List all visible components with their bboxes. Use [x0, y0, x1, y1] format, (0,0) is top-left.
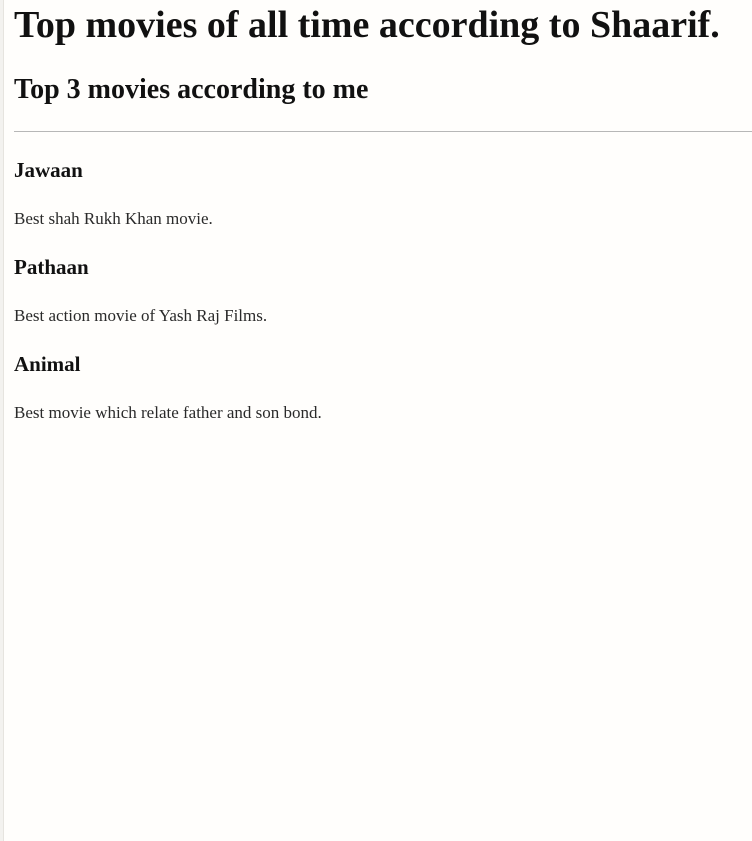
page-subtitle: Top 3 movies according to me: [14, 74, 369, 105]
window-left-border: [0, 0, 4, 841]
movie-title-animal: Animal: [14, 352, 81, 376]
movie-title-pathaan: Pathaan: [14, 255, 89, 279]
horizontal-rule: [14, 131, 752, 132]
movie-description-pathaan: Best action movie of Yash Raj Films.: [14, 306, 268, 325]
movie-title-jawaan: Jawaan: [14, 158, 83, 182]
page-body: { "page": { "title": "Top movies of all …: [0, 0, 752, 841]
page-title: Top movies of all time according to Shaa…: [14, 4, 720, 46]
page-content: Top movies of all time according to Shaa…: [14, 0, 752, 841]
movie-description-jawaan: Best shah Rukh Khan movie.: [14, 209, 213, 228]
movie-description-animal: Best movie which relate father and son b…: [14, 403, 322, 422]
